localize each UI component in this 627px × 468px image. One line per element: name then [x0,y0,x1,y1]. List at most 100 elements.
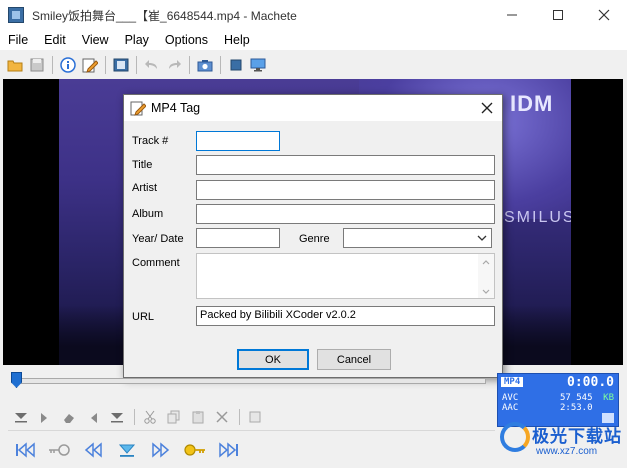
menu-view[interactable]: View [74,33,117,47]
time-readout: 0:00.0 [567,375,614,390]
undo-button[interactable] [141,54,163,76]
url-input[interactable]: Packed by Bilibili XCoder v2.0.2 [196,306,495,326]
skip-start-icon [16,442,35,458]
step-forward-button[interactable] [146,437,176,463]
play-button[interactable] [112,437,142,463]
undo-icon [145,60,157,69]
comment-scrollbar[interactable] [478,254,494,298]
file-size-unit: KB [603,393,614,403]
select-all-icon [249,411,261,423]
seek-track[interactable] [16,378,486,384]
paste-icon [192,411,204,424]
url-label: URL [132,311,155,323]
toolbar-separator [136,56,137,74]
title-input[interactable] [196,155,495,175]
toolbar-separator [220,56,221,74]
comment-label: Comment [132,257,180,269]
eraser-icon [64,414,74,423]
erase-button[interactable] [58,407,80,427]
close-icon [598,9,610,21]
cancel-button[interactable]: Cancel [317,349,391,370]
artist-input[interactable] [196,180,495,200]
year-label: Year/ Date [132,233,184,245]
ok-button[interactable]: OK [237,349,309,370]
toolbar-separator [189,56,190,74]
genre-label: Genre [299,233,330,245]
controls-separator [134,409,135,425]
redo-icon [169,60,181,69]
step-back-button[interactable] [78,437,108,463]
watermark-url: www.xz7.com [536,446,598,457]
window-title: Smiley饭拍舞台___【崔_6648544.mp4 - Machete [32,8,297,23]
play-down-icon [118,444,136,457]
go-to-start-button[interactable] [10,437,40,463]
go-to-end-button[interactable] [214,437,244,463]
controls-separator [239,409,240,425]
year-input[interactable] [196,228,280,248]
edit-tag-icon [130,101,146,116]
menu-play[interactable]: Play [117,33,157,47]
track-label: Track # [132,135,169,147]
monitor-button[interactable] [247,54,269,76]
crop-icon [230,59,242,71]
controls-divider [8,430,495,431]
delete-button[interactable] [211,407,233,427]
site-watermark: 极光下载站 www.xz7.com [500,416,624,466]
key-forward-button[interactable] [180,437,210,463]
monitor-icon [250,58,266,72]
title-label: Title [132,159,153,171]
key-back-icon [49,444,70,456]
chevron-down-icon [477,235,487,241]
open-button[interactable] [4,54,26,76]
minimize-icon [507,14,517,16]
skip-end-icon [219,442,238,458]
file-size: 57 545 [560,393,593,403]
snapshot-button[interactable] [194,54,216,76]
seek-bar[interactable] [8,372,493,388]
save-button[interactable] [26,54,48,76]
info-button[interactable] [57,54,79,76]
select-all-button[interactable] [244,407,266,427]
copy-button[interactable] [163,407,185,427]
track-input[interactable] [196,131,280,151]
close-icon [481,102,493,114]
go-in-icon [41,413,47,423]
menu-options[interactable]: Options [157,33,216,47]
menu-help[interactable]: Help [216,33,258,47]
video-codec: AVC [502,393,519,403]
key-forward-icon [184,444,205,456]
redo-button[interactable] [163,54,185,76]
artist-label: Artist [132,182,158,194]
paste-button[interactable] [187,407,209,427]
seek-thumb[interactable] [11,372,22,388]
album-input[interactable] [196,204,495,224]
audio-codec: AAC [502,403,519,413]
close-button[interactable] [581,0,627,30]
cut-button[interactable] [139,407,161,427]
film-icon [113,58,129,72]
machete-window: Smiley饭拍舞台___【崔_6648544.mp4 - Machete Fi… [0,0,627,468]
comment-textarea[interactable] [196,253,495,299]
maximize-button[interactable] [535,0,581,30]
film-button[interactable] [110,54,132,76]
go-out-button[interactable] [82,407,104,427]
dialog-close-button[interactable] [478,99,496,117]
edit-controls [10,407,268,427]
rewind-icon [84,442,102,458]
mark-out-button[interactable] [106,407,128,427]
mark-out-icon [111,413,123,423]
key-back-button[interactable] [44,437,74,463]
menu-file[interactable]: File [0,33,36,47]
edit-tag-icon [82,58,98,73]
minimize-button[interactable] [489,0,535,30]
menu-bar: File Edit View Play Options Help [0,30,627,50]
mark-in-button[interactable] [10,407,32,427]
go-in-button[interactable] [34,407,56,427]
delete-icon [216,411,228,423]
edit-tag-button[interactable] [79,54,101,76]
crop-button[interactable] [225,54,247,76]
menu-edit[interactable]: Edit [36,33,74,47]
genre-select[interactable] [343,228,492,248]
video-logo-text: IDM [510,91,554,116]
toolbar-separator [105,56,106,74]
